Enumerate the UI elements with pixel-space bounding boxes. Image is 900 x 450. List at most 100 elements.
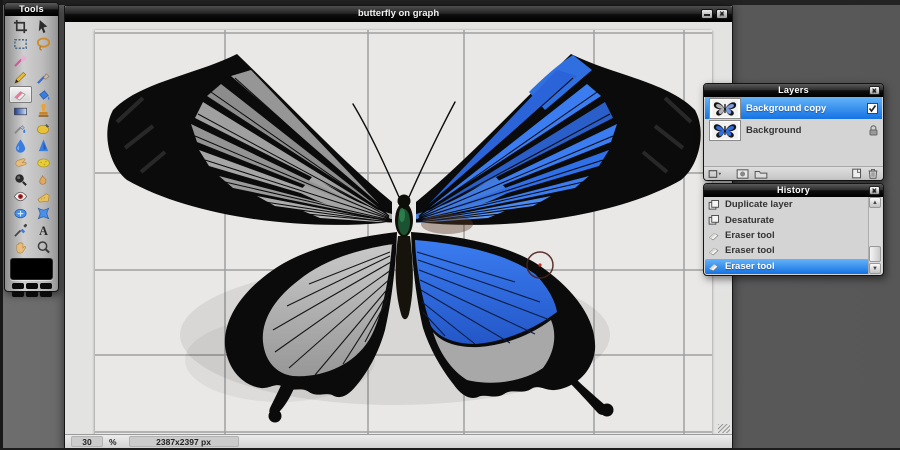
history-label: Eraser tool	[725, 261, 775, 272]
tool-move[interactable]	[32, 18, 55, 35]
color-swatch-primary[interactable]	[10, 258, 53, 280]
tool-zoom[interactable]	[32, 239, 55, 256]
tool-bloat[interactable]	[9, 205, 32, 222]
tool-sharpen[interactable]	[32, 137, 55, 154]
tool-color-picker[interactable]	[9, 222, 32, 239]
tool-drawing[interactable]	[32, 120, 55, 137]
tool-bucket[interactable]	[32, 86, 55, 103]
layer-row[interactable]: Background copy	[705, 97, 882, 119]
minimize-icon	[704, 14, 710, 16]
history-title: History	[777, 185, 810, 195]
left-chrome-strip	[0, 0, 3, 450]
tools-title-bar[interactable]: Tools	[5, 3, 58, 16]
layers-panel: Layers × Background copy Background	[703, 83, 884, 181]
tool-spacer	[32, 52, 55, 69]
layer-visibility-checkbox[interactable]	[867, 103, 878, 114]
tool-crop[interactable]	[9, 18, 32, 35]
tool-type[interactable]: A	[32, 222, 55, 239]
zoom-unit-label: %	[109, 437, 117, 447]
layer-thumbnail	[709, 98, 741, 119]
history-row[interactable]: Eraser tool	[705, 243, 869, 258]
layers-rows: Background copy Background	[705, 97, 882, 141]
scroll-thumb[interactable]	[869, 246, 881, 262]
layer-folder-button[interactable]	[754, 169, 768, 179]
tool-dodge[interactable]	[9, 171, 32, 188]
window-title: butterfly on graph	[358, 8, 439, 19]
resize-grip[interactable]	[718, 424, 730, 433]
svg-text:A: A	[39, 224, 48, 238]
tool-gradient[interactable]	[9, 103, 32, 120]
color-swatch-minis	[10, 283, 54, 297]
canvas-image[interactable]	[95, 30, 712, 435]
history-label: Desaturate	[725, 215, 774, 226]
duplicate-layer-icon	[708, 199, 720, 211]
layer-row[interactable]: Background	[705, 119, 882, 141]
tool-hand[interactable]	[9, 239, 32, 256]
history-rows: Duplicate layer Desaturate Eraser tool Eras…	[705, 197, 869, 274]
document-window: butterfly on graph ×	[64, 5, 733, 449]
scroll-up-button[interactable]: ▲	[869, 197, 881, 208]
tool-wand[interactable]	[9, 52, 32, 69]
layer-name: Background	[746, 125, 864, 136]
swatch-mini[interactable]	[40, 291, 52, 297]
layer-lock-icon	[869, 125, 878, 136]
history-label: Eraser tool	[725, 245, 775, 256]
image-dimensions: 2387x2397 px	[129, 436, 239, 447]
layers-title-bar[interactable]: Layers ×	[704, 84, 883, 97]
layer-thumbnail	[709, 120, 741, 141]
canvas-area	[65, 22, 732, 435]
swatch-mini[interactable]	[26, 283, 38, 289]
minimize-button[interactable]	[701, 9, 713, 19]
history-row[interactable]: Duplicate layer	[705, 197, 869, 212]
tool-spot-heal[interactable]	[32, 188, 55, 205]
history-scrollbar: ▲ ▼	[868, 197, 882, 274]
swatch-mini[interactable]	[26, 291, 38, 297]
layers-bottom-bar	[704, 166, 883, 180]
history-row[interactable]: Eraser tool	[705, 259, 869, 274]
swatch-mini[interactable]	[40, 283, 52, 289]
history-row[interactable]: Desaturate	[705, 212, 869, 227]
layers-title: Layers	[778, 85, 809, 95]
tool-color-replace[interactable]	[9, 120, 32, 137]
tool-brush[interactable]	[32, 69, 55, 86]
tools-grid: A	[5, 16, 58, 256]
eraser-icon	[708, 230, 720, 241]
tool-pinch[interactable]	[32, 205, 55, 222]
layer-name: Background copy	[746, 103, 862, 114]
tool-smudge[interactable]	[9, 154, 32, 171]
eraser-icon	[708, 261, 720, 272]
tools-title: Tools	[19, 4, 44, 14]
history-panel: History × Duplicate layer Desaturate Erase…	[703, 183, 884, 276]
tool-sponge[interactable]	[32, 154, 55, 171]
history-label: Eraser tool	[725, 230, 775, 241]
delete-layer-button[interactable]	[867, 168, 879, 179]
swatch-mini[interactable]	[12, 291, 24, 297]
swatch-mini[interactable]	[12, 283, 24, 289]
scroll-down-button[interactable]: ▼	[869, 263, 881, 274]
tool-marquee[interactable]	[9, 35, 32, 52]
layer-settings-button[interactable]	[708, 169, 722, 179]
tool-lasso[interactable]	[32, 35, 55, 52]
tool-red-eye[interactable]	[9, 188, 32, 205]
tool-eraser[interactable]	[9, 86, 32, 103]
history-title-bar[interactable]: History ×	[704, 184, 883, 197]
tools-panel: Tools A	[4, 2, 59, 292]
new-layer-button[interactable]	[851, 168, 863, 179]
eraser-icon	[708, 245, 720, 256]
tool-pencil[interactable]	[9, 69, 32, 86]
close-button[interactable]: ×	[716, 9, 728, 19]
close-icon: ×	[720, 9, 725, 18]
layers-close-button[interactable]: ×	[869, 86, 880, 95]
tool-clone-stamp[interactable]	[32, 103, 55, 120]
window-title-bar[interactable]: butterfly on graph ×	[65, 6, 732, 22]
history-close-button[interactable]: ×	[869, 186, 880, 195]
history-row[interactable]: Eraser tool	[705, 228, 869, 243]
window-buttons: ×	[701, 9, 728, 19]
zoom-level-value[interactable]: 30	[71, 436, 103, 447]
layer-mask-button[interactable]	[736, 169, 750, 179]
status-bar: 30 % 2387x2397 px	[65, 434, 732, 448]
tool-blur[interactable]	[9, 137, 32, 154]
history-label: Duplicate layer	[725, 199, 793, 210]
tool-burn[interactable]	[32, 171, 55, 188]
duplicate-layer-icon	[708, 214, 720, 226]
